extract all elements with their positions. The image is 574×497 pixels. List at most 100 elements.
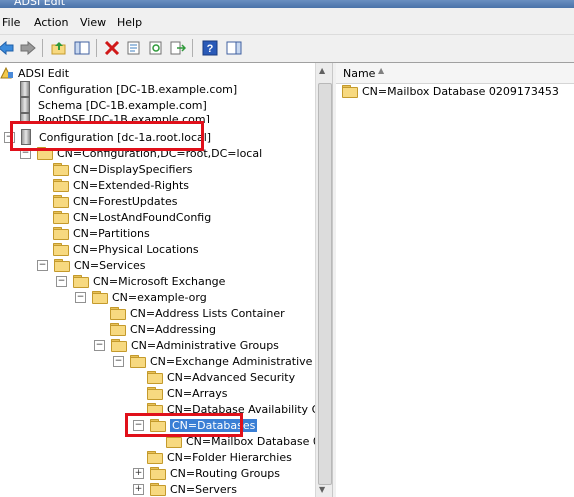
collapse-icon[interactable]: −	[113, 355, 124, 367]
scroll-thumb[interactable]	[318, 83, 332, 485]
folder-icon	[147, 451, 163, 464]
tree-node[interactable]: CN=Extended-Rights	[53, 177, 189, 193]
folder-icon	[110, 323, 126, 336]
folder-icon	[110, 307, 126, 320]
collapse-icon[interactable]: −	[94, 339, 105, 351]
menu-help[interactable]: Help	[117, 16, 142, 29]
tree-node[interactable]: CN=DisplaySpecifiers	[53, 161, 192, 177]
folder-icon	[53, 227, 69, 240]
tree-label: CN=Advanced Security	[167, 370, 296, 384]
scroll-up-icon[interactable]: ▲	[319, 66, 325, 75]
tree-node[interactable]: Configuration [DC-1B.example.com]	[20, 81, 237, 97]
tree-node[interactable]: − CN=Administrative Groups	[94, 337, 279, 353]
tree-label: CN=Exchange Administrative Group	[150, 354, 315, 368]
sort-ascending-icon: ▲	[378, 66, 385, 75]
tree-node[interactable]: + CN=Servers	[133, 481, 237, 497]
folder-icon	[147, 371, 163, 384]
menu-bar: File Action View Help	[0, 8, 574, 35]
folder-icon	[92, 291, 108, 304]
tree-label: CN=Microsoft Exchange	[93, 274, 226, 288]
tree-label: CN=ForestUpdates	[73, 194, 178, 208]
menu-view[interactable]: View	[80, 16, 106, 29]
tree-node[interactable]: CN=Advanced Security	[147, 369, 295, 385]
folder-icon	[342, 85, 358, 98]
list-item[interactable]: CN=Mailbox Database 0209173453	[342, 83, 559, 99]
back-arrow-icon[interactable]	[0, 38, 16, 58]
tree-label: CN=Servers	[170, 482, 237, 496]
scroll-down-icon[interactable]: ▼	[319, 485, 325, 494]
folder-icon	[130, 355, 146, 368]
tree-node[interactable]: CN=Partitions	[53, 225, 150, 241]
tree-label: CN=Extended-Rights	[73, 178, 190, 192]
list-pane: Name ▲ CN=Mailbox Database 0209173453	[336, 63, 574, 497]
tree-label: CN=Partitions	[73, 226, 150, 240]
tree-label: CN=Services	[74, 258, 146, 272]
collapse-icon[interactable]: −	[75, 291, 86, 303]
tree-label: ADSI Edit	[18, 66, 70, 80]
tree-node[interactable]: CN=Address Lists Container	[110, 305, 285, 321]
toolbar: ?	[0, 35, 574, 63]
folder-icon	[53, 195, 69, 208]
server-icon	[20, 81, 30, 97]
tree-node[interactable]: Schema [DC-1B.example.com]	[20, 97, 207, 113]
tree-label: CN=example-org	[112, 290, 207, 304]
folder-icon	[53, 243, 69, 256]
up-folder-icon[interactable]	[49, 38, 69, 58]
tree-label: CN=Addressing	[130, 322, 216, 336]
refresh-icon[interactable]	[146, 38, 166, 58]
tree-node[interactable]: + CN=Routing Groups	[133, 465, 280, 481]
properties-icon[interactable]	[124, 38, 144, 58]
tree-node[interactable]: CN=Addressing	[110, 321, 216, 337]
menu-action[interactable]: Action	[34, 16, 68, 29]
delete-icon[interactable]	[102, 38, 122, 58]
list-item-label: CN=Mailbox Database 0209173453	[362, 84, 559, 98]
tree-pane: ADSI Edit Configuration [DC-1B.example.c…	[0, 63, 315, 497]
forward-arrow-icon[interactable]	[18, 38, 38, 58]
folder-icon	[111, 339, 127, 352]
expand-icon[interactable]: +	[133, 483, 144, 495]
tree-label: CN=LostAndFoundConfig	[73, 210, 212, 224]
tree-label: CN=Physical Locations	[73, 242, 199, 256]
export-list-icon[interactable]	[168, 38, 188, 58]
action-pane-icon[interactable]	[224, 38, 244, 58]
tree-node[interactable]: − CN=example-org	[75, 289, 207, 305]
folder-icon	[150, 467, 166, 480]
tree-node[interactable]: − CN=Microsoft Exchange	[56, 273, 225, 289]
tree-node[interactable]: CN=LostAndFoundConfig	[53, 209, 211, 225]
highlight-box-databases	[125, 413, 243, 437]
show-hide-tree-icon[interactable]	[72, 38, 92, 58]
folder-icon	[53, 163, 69, 176]
folder-icon	[147, 387, 163, 400]
folder-icon	[53, 211, 69, 224]
tree-label: CN=Folder Hierarchies	[167, 450, 292, 464]
tree-node[interactable]: − CN=Services	[37, 257, 146, 273]
tree-scrollbar[interactable]: ▲ ▼	[315, 63, 333, 497]
menu-file[interactable]: File	[2, 16, 20, 29]
expand-icon[interactable]: +	[133, 467, 144, 479]
collapse-icon[interactable]: −	[37, 259, 48, 271]
folder-icon	[73, 275, 89, 288]
tree-root[interactable]: ADSI Edit	[0, 65, 69, 81]
collapse-icon[interactable]: −	[56, 275, 67, 287]
server-icon	[20, 97, 30, 113]
tree-label: Configuration [DC-1B.example.com]	[38, 82, 238, 96]
tree-node[interactable]: CN=Folder Hierarchies	[147, 449, 292, 465]
tree-node[interactable]: CN=Arrays	[147, 385, 227, 401]
folder-icon	[150, 483, 166, 496]
tree-node[interactable]: CN=Physical Locations	[53, 241, 199, 257]
column-header-name[interactable]: Name ▲	[336, 63, 574, 84]
tree-label: CN=Routing Groups	[170, 466, 281, 480]
tree-label: Schema [DC-1B.example.com]	[38, 98, 207, 112]
highlight-box-configuration	[10, 121, 204, 151]
tree-label: CN=Arrays	[167, 386, 228, 400]
help-icon[interactable]: ?	[200, 38, 220, 58]
tree-node[interactable]: CN=ForestUpdates	[53, 193, 177, 209]
svg-text:?: ?	[207, 43, 214, 55]
folder-icon	[54, 259, 70, 272]
column-header-label: Name	[343, 67, 376, 80]
tree-label: CN=Administrative Groups	[131, 338, 279, 352]
folder-icon	[53, 179, 69, 192]
tree-node[interactable]: − CN=Exchange Administrative Group	[113, 353, 315, 369]
adsi-edit-icon	[0, 66, 14, 80]
tree-label: CN=Address Lists Container	[130, 306, 285, 320]
